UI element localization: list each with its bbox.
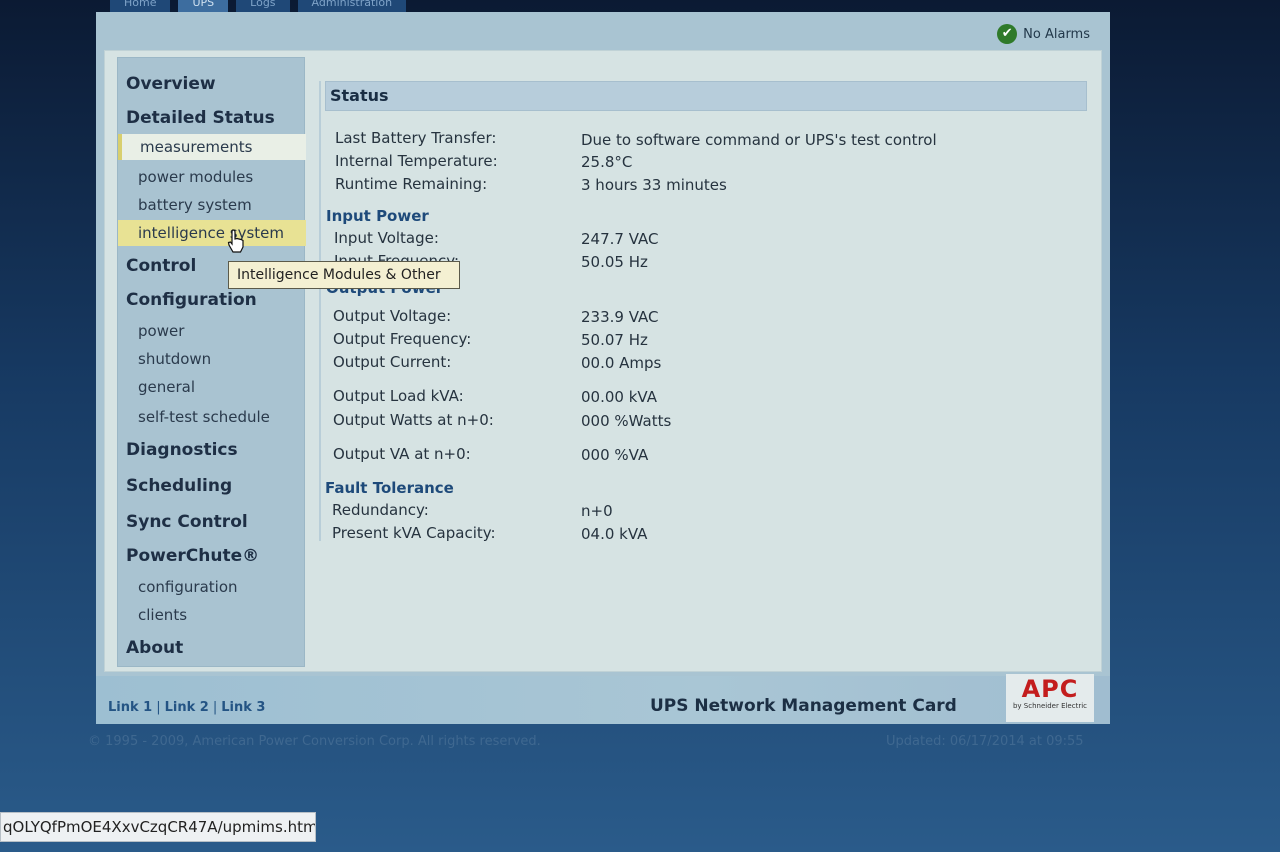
link-separator: | [212, 700, 218, 715]
nav-shutdown[interactable]: shutdown [138, 350, 211, 368]
nav-intelligence-system[interactable]: intelligence system [118, 220, 306, 246]
label-output-va: Output VA at n+0: [333, 445, 471, 463]
label-present-kva-capacity: Present kVA Capacity: [332, 524, 496, 542]
nav-powerchute-clients[interactable]: clients [138, 606, 187, 624]
nav-diagnostics[interactable]: Diagnostics [126, 440, 238, 460]
nav-about[interactable]: About [126, 638, 183, 658]
label-output-load-kva: Output Load kVA: [333, 387, 464, 405]
footer-links: Link 1 | Link 2 | Link 3 [108, 700, 265, 715]
value-internal-temperature: 25.8°C [581, 153, 633, 171]
label-internal-temperature: Internal Temperature: [335, 152, 498, 170]
top-tabs: Home UPS Logs Administration [110, 0, 407, 12]
nav-powerchute-configuration[interactable]: configuration [138, 578, 238, 596]
tab-administration[interactable]: Administration [297, 0, 407, 12]
nav-self-test-schedule[interactable]: self-test schedule [138, 408, 270, 426]
value-output-va: 000 %VA [581, 446, 649, 464]
alarm-status[interactable]: ✔ No Alarms [997, 24, 1090, 44]
nav-power[interactable]: power [138, 322, 184, 340]
value-redundancy: n+0 [581, 502, 613, 520]
tab-home[interactable]: Home [110, 0, 171, 12]
tab-logs[interactable]: Logs [236, 0, 290, 12]
label-runtime-remaining: Runtime Remaining: [335, 175, 488, 193]
label-output-watts: Output Watts at n+0: [333, 411, 494, 429]
label-output-frequency: Output Frequency: [333, 330, 472, 348]
status-content: Status Last Battery Transfer: Due to sof… [317, 57, 1097, 667]
tooltip: Intelligence Modules & Other [228, 261, 460, 289]
apc-logo: APC by Schneider Electric [1006, 674, 1094, 722]
label-input-voltage: Input Voltage: [334, 229, 439, 247]
card-title: UPS Network Management Card [650, 696, 957, 716]
value-output-watts: 000 %Watts [581, 412, 672, 430]
nav-general[interactable]: general [138, 378, 195, 396]
status-header: Status [325, 81, 1087, 111]
label-output-current: Output Current: [333, 353, 452, 371]
nav-scheduling[interactable]: Scheduling [126, 476, 232, 496]
value-output-current: 00.0 Amps [581, 354, 662, 372]
nav-battery-system[interactable]: battery system [138, 196, 252, 214]
nav-detailed-status[interactable]: Detailed Status [126, 108, 275, 128]
link-3[interactable]: Link 3 [221, 700, 265, 715]
link-1[interactable]: Link 1 [108, 700, 152, 715]
value-input-frequency: 50.05 Hz [581, 253, 648, 271]
value-output-voltage: 233.9 VAC [581, 308, 659, 326]
copyright: © 1995 - 2009, American Power Conversion… [88, 734, 541, 749]
value-input-voltage: 247.7 VAC [581, 230, 659, 248]
hand-cursor-icon [227, 229, 244, 253]
label-redundancy: Redundancy: [332, 501, 429, 519]
nav-measurements[interactable]: measurements [118, 134, 306, 160]
tab-ups[interactable]: UPS [178, 0, 229, 12]
nav-control[interactable]: Control [126, 256, 196, 276]
sidebar: Overview Detailed Status measurements po… [117, 57, 306, 667]
alarm-text: No Alarms [1023, 26, 1090, 42]
value-present-kva-capacity: 04.0 kVA [581, 525, 648, 543]
value-last-battery-transfer: Due to software command or UPS's test co… [581, 131, 937, 149]
label-output-voltage: Output Voltage: [333, 307, 452, 325]
label-last-battery-transfer: Last Battery Transfer: [335, 129, 497, 147]
apc-logo-subtitle: by Schneider Electric [1012, 702, 1088, 710]
updated-timestamp: Updated: 06/17/2014 at 09:55 [886, 734, 1084, 749]
nav-sync-control[interactable]: Sync Control [126, 512, 248, 532]
apc-logo-text: APC [1021, 675, 1079, 703]
browser-status-url: qOLYQfPmOE4XxvCzqCR47A/upmims.htm [0, 812, 316, 842]
check-icon: ✔ [997, 24, 1018, 44]
nav-overview[interactable]: Overview [126, 74, 216, 94]
section-fault-tolerance: Fault Tolerance [325, 479, 454, 497]
value-output-frequency: 50.07 Hz [581, 331, 648, 349]
value-runtime-remaining: 3 hours 33 minutes [581, 176, 727, 194]
nav-power-modules[interactable]: power modules [138, 168, 253, 186]
nav-powerchute[interactable]: PowerChute® [126, 546, 259, 566]
section-input-power: Input Power [326, 207, 429, 225]
nav-configuration[interactable]: Configuration [126, 290, 257, 310]
footer-bar: Link 1 | Link 2 | Link 3 UPS Network Managem… [96, 674, 1110, 724]
link-separator: | [156, 700, 161, 715]
main-frame: ✔ No Alarms Overview Detailed Status mea… [96, 12, 1110, 724]
content-panel: Overview Detailed Status measurements po… [104, 50, 1102, 672]
link-2[interactable]: Link 2 [165, 700, 209, 715]
content-divider [319, 81, 321, 541]
value-output-load-kva: 00.00 kVA [581, 388, 657, 406]
